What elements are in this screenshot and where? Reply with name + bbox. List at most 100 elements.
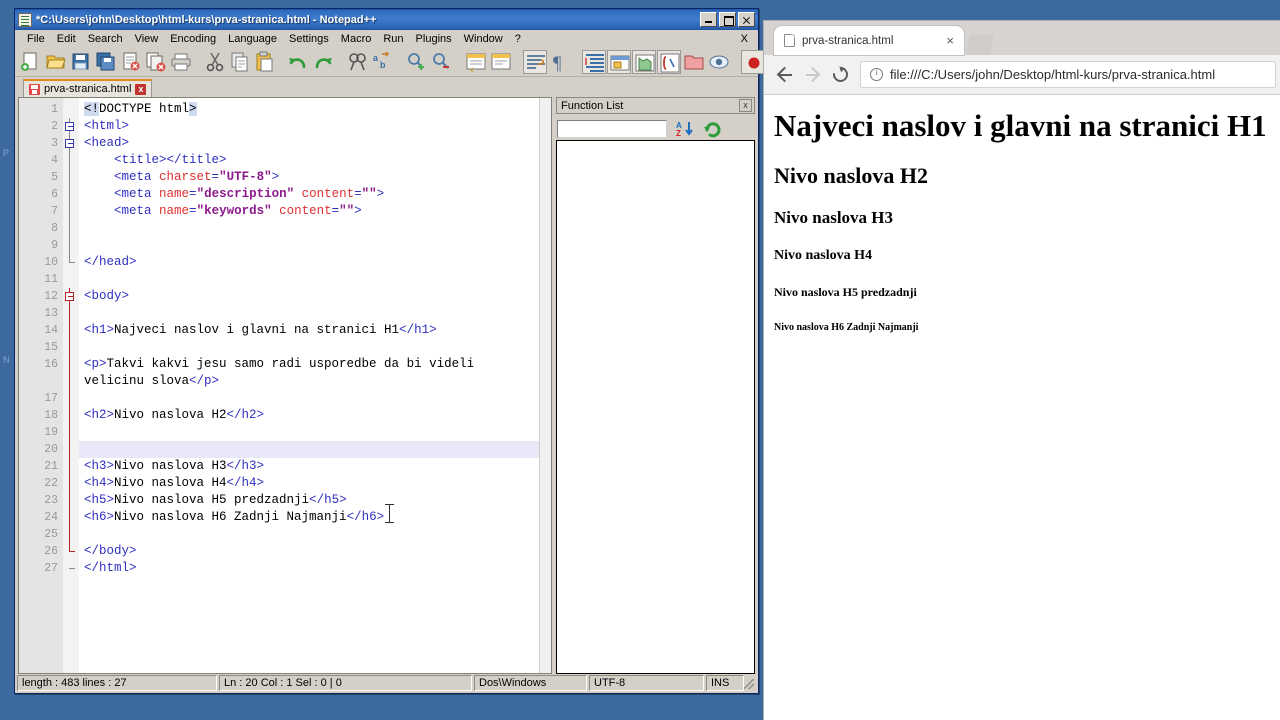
zoom-in-icon[interactable] [405, 50, 429, 74]
code-line[interactable]: <p>Takvi kakvi jesu samo radi usporedbe … [79, 356, 551, 373]
code-line[interactable]: <h2>Nivo naslova H2</h2> [79, 407, 551, 424]
code-line[interactable] [79, 237, 551, 254]
replace-icon[interactable]: ab [371, 50, 395, 74]
show-all-chars-icon[interactable]: ¶ [548, 50, 572, 74]
fold-marker [63, 237, 79, 254]
minimize-button[interactable] [700, 12, 717, 27]
code-line[interactable]: <h4>Nivo naslova H4</h4> [79, 475, 551, 492]
menu-item-language[interactable]: Language [222, 32, 283, 46]
menu-item-run[interactable]: Run [377, 32, 409, 46]
cut-icon[interactable] [203, 50, 227, 74]
close-button[interactable] [738, 12, 755, 27]
fold-marker[interactable] [63, 135, 79, 152]
print-icon[interactable] [169, 50, 193, 74]
code-line[interactable]: </html> [79, 560, 551, 577]
function-list-icon[interactable] [657, 50, 681, 74]
maximize-button[interactable] [719, 12, 736, 27]
sync-horizontal-icon[interactable] [489, 50, 513, 74]
paste-icon[interactable] [253, 50, 277, 74]
menu-item-settings[interactable]: Settings [283, 32, 335, 46]
close-tab-icon[interactable]: x [135, 83, 147, 95]
document-tab-label: prva-stranica.html [44, 83, 132, 95]
fold-marker [63, 254, 79, 271]
code-line[interactable] [79, 424, 551, 441]
code-line[interactable]: <h1>Najveci naslov i glavni na stranici … [79, 322, 551, 339]
line-number: 20 [44, 443, 58, 456]
code-editor[interactable]: <!DOCTYPE html> <html> <head> <title></tit… [79, 98, 551, 673]
close-file-icon[interactable] [119, 50, 143, 74]
close-icon[interactable]: × [944, 34, 956, 47]
code-line[interactable]: <meta name="description" content=""> [79, 186, 551, 203]
menu-item-help[interactable]: ? [509, 32, 527, 46]
code-line[interactable]: <h6>Nivo naslova H6 Zadnji Najmanji</h6> [79, 509, 551, 526]
menu-item-view[interactable]: View [129, 32, 165, 46]
open-file-icon[interactable] [44, 50, 68, 74]
fold-marker [63, 407, 79, 424]
code-line[interactable]: <head> [79, 135, 551, 152]
code-line[interactable] [79, 390, 551, 407]
code-line[interactable] [79, 271, 551, 288]
menu-item-encoding[interactable]: Encoding [164, 32, 222, 46]
menu-item-window[interactable]: Window [458, 32, 509, 46]
indent-guide-icon[interactable] [582, 50, 606, 74]
menu-item-file[interactable]: File [21, 32, 51, 46]
code-line[interactable]: <title></title> [79, 152, 551, 169]
redo-icon[interactable] [312, 50, 336, 74]
browser-tab[interactable]: prva-stranica.html × [774, 26, 964, 55]
code-line[interactable] [79, 526, 551, 543]
back-arrow-icon[interactable] [772, 62, 798, 88]
code-line[interactable]: <meta name="keywords" content=""> [79, 203, 551, 220]
code-line[interactable]: <!DOCTYPE html> [79, 101, 551, 118]
new-tab-button[interactable] [966, 35, 994, 55]
menu-item-macro[interactable]: Macro [335, 32, 378, 46]
sort-az-icon[interactable]: A Z [675, 119, 695, 139]
editor-vertical-scrollbar[interactable] [539, 98, 551, 673]
document-map-icon[interactable] [632, 50, 656, 74]
undo-icon[interactable] [287, 50, 311, 74]
fold-margin[interactable] [63, 98, 79, 673]
sync-vertical-icon[interactable] [464, 50, 488, 74]
fold-marker[interactable] [63, 288, 79, 305]
zoom-out-icon[interactable] [430, 50, 454, 74]
document-tab-prva-stranica[interactable]: prva-stranica.html x [23, 79, 153, 97]
record-macro-icon[interactable] [741, 50, 765, 74]
user-defined-dialog-icon[interactable] [607, 50, 631, 74]
menu-item-search[interactable]: Search [82, 32, 129, 46]
info-circle-icon[interactable] [870, 67, 883, 81]
forward-arrow-icon[interactable] [800, 62, 826, 88]
url-bar[interactable]: file:///C:/Users/john/Desktop/html-kurs/… [860, 61, 1276, 88]
copy-icon[interactable] [228, 50, 252, 74]
monitoring-icon[interactable] [707, 50, 731, 74]
resize-grip-icon[interactable] [744, 675, 756, 691]
status-position: Ln : 20 Col : 1 Sel : 0 | 0 [219, 675, 472, 691]
reload-icon[interactable] [703, 119, 723, 139]
save-all-icon[interactable] [94, 50, 118, 74]
code-line-current[interactable] [79, 441, 551, 458]
code-line[interactable]: <h5>Nivo naslova H5 predzadnji</h5> [79, 492, 551, 509]
close-document-button[interactable]: X [735, 32, 758, 46]
code-line[interactable]: </body> [79, 543, 551, 560]
menu-item-edit[interactable]: Edit [51, 32, 82, 46]
code-line[interactable]: <body> [79, 288, 551, 305]
function-list-search-input[interactable] [557, 119, 667, 138]
folder-workspace-icon[interactable] [682, 50, 706, 74]
code-line[interactable]: <meta charset="UTF-8"> [79, 169, 551, 186]
code-line[interactable]: <h3>Nivo naslova H3</h3> [79, 458, 551, 475]
save-icon[interactable] [69, 50, 93, 74]
word-wrap-icon[interactable] [523, 50, 547, 74]
new-file-icon[interactable] [19, 50, 43, 74]
code-line[interactable] [79, 305, 551, 322]
code-line[interactable] [79, 339, 551, 356]
code-line[interactable]: <html> [79, 118, 551, 135]
fold-marker[interactable] [63, 118, 79, 135]
close-all-icon[interactable] [144, 50, 168, 74]
function-list-close-icon[interactable]: x [739, 99, 752, 112]
find-icon[interactable] [346, 50, 370, 74]
code-line[interactable] [79, 220, 551, 237]
menu-item-plugins[interactable]: Plugins [410, 32, 458, 46]
code-line[interactable]: velicinu slova</p> [79, 373, 551, 390]
reload-icon[interactable] [828, 62, 854, 88]
function-list-results[interactable] [556, 140, 755, 674]
code-line[interactable]: </head> [79, 254, 551, 271]
page-heading-h6: Nivo naslova H6 Zadnji Najmanji [774, 322, 919, 334]
